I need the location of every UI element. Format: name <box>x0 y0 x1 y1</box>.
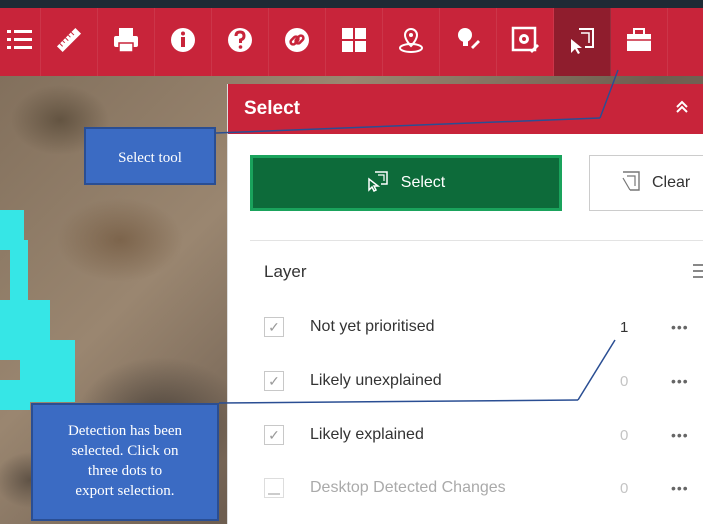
select-by-rectangle-icon <box>367 170 389 197</box>
print-icon <box>111 25 141 60</box>
measure-ruler-icon <box>54 25 84 60</box>
layer-checkbox[interactable]: ✓ <box>264 317 284 337</box>
panel-title: Select <box>244 98 300 119</box>
briefcase-icon <box>624 25 654 60</box>
panel-header: Select <box>228 84 703 134</box>
toolbar <box>0 8 703 76</box>
divider <box>250 240 703 241</box>
toolbox-button[interactable] <box>611 8 668 76</box>
collapse-chevron-icon[interactable] <box>674 98 690 117</box>
layer-list-button[interactable] <box>0 8 41 76</box>
layer-name: Not yet prioritised <box>310 318 435 335</box>
layer-header: Layer <box>264 262 307 281</box>
more-options-icon[interactable]: ••• <box>671 427 689 443</box>
select-tool-button[interactable] <box>554 8 611 76</box>
clear-selection-icon <box>620 170 642 197</box>
layer-checkbox[interactable]: ✓ <box>264 371 284 391</box>
share-link-button[interactable] <box>269 8 326 76</box>
detection-highlight[interactable] <box>0 380 30 410</box>
detection-callout-line: export selection. <box>75 483 175 499</box>
link-icon <box>282 25 312 60</box>
locate-button[interactable] <box>383 8 440 76</box>
print-button[interactable] <box>98 8 155 76</box>
help-icon <box>225 25 255 60</box>
selection-count: 0 <box>620 372 629 390</box>
more-options-icon[interactable]: ••• <box>671 480 689 496</box>
select-panel: Select Select Clear Layer ✓ Not yet prio… <box>227 84 703 524</box>
settings-edit-icon <box>510 25 540 60</box>
selection-count: 0 <box>620 479 629 497</box>
layer-row[interactable]: ✓ Likely unexplained 0 ••• <box>264 366 703 396</box>
basemap-gallery-icon <box>339 25 369 60</box>
detection-callout-line: selected. Click on <box>71 443 179 459</box>
settings-button[interactable] <box>497 8 554 76</box>
select-tool-callout-text: Select tool <box>118 150 182 166</box>
clear-button-label: Clear <box>652 174 691 191</box>
layer-checkbox[interactable] <box>264 478 284 498</box>
location-pin-icon <box>396 25 426 60</box>
paintbrush-icon <box>453 25 483 60</box>
top-strip <box>0 0 703 8</box>
layer-row[interactable]: Desktop Detected Changes 0 ••• <box>264 473 703 503</box>
layer-row[interactable]: ✓ Likely explained 0 ••• <box>264 420 703 450</box>
select-tool-icon <box>567 25 597 60</box>
info-button[interactable] <box>155 8 212 76</box>
layer-name: Likely explained <box>310 426 424 443</box>
layer-checkbox[interactable]: ✓ <box>264 425 284 445</box>
selection-count: 1 <box>620 318 629 336</box>
select-button[interactable]: Select <box>250 155 562 211</box>
layer-list-icon <box>5 25 35 60</box>
select-button-label: Select <box>400 174 446 191</box>
more-options-icon[interactable]: ••• <box>671 319 689 335</box>
more-options-icon[interactable]: ••• <box>671 373 689 389</box>
detection-callout: Detection has been selected. Click on th… <box>31 403 219 521</box>
selection-count: 0 <box>620 426 629 444</box>
measure-button[interactable] <box>41 8 98 76</box>
info-icon <box>168 25 198 60</box>
layer-name: Desktop Detected Changes <box>310 479 506 496</box>
select-tool-callout: Select tool <box>84 127 216 185</box>
layer-name: Likely unexplained <box>310 372 442 389</box>
clear-button[interactable]: Clear <box>589 155 703 211</box>
detection-callout-line: Detection has been <box>67 423 183 439</box>
layer-row[interactable]: ✓ Not yet prioritised 1 ••• <box>264 312 703 342</box>
layer-options-icon[interactable] <box>693 264 703 282</box>
basemap-gallery-button[interactable] <box>326 8 383 76</box>
detection-callout-line: three dots to <box>87 463 163 479</box>
help-button[interactable] <box>212 8 269 76</box>
draw-button[interactable] <box>440 8 497 76</box>
